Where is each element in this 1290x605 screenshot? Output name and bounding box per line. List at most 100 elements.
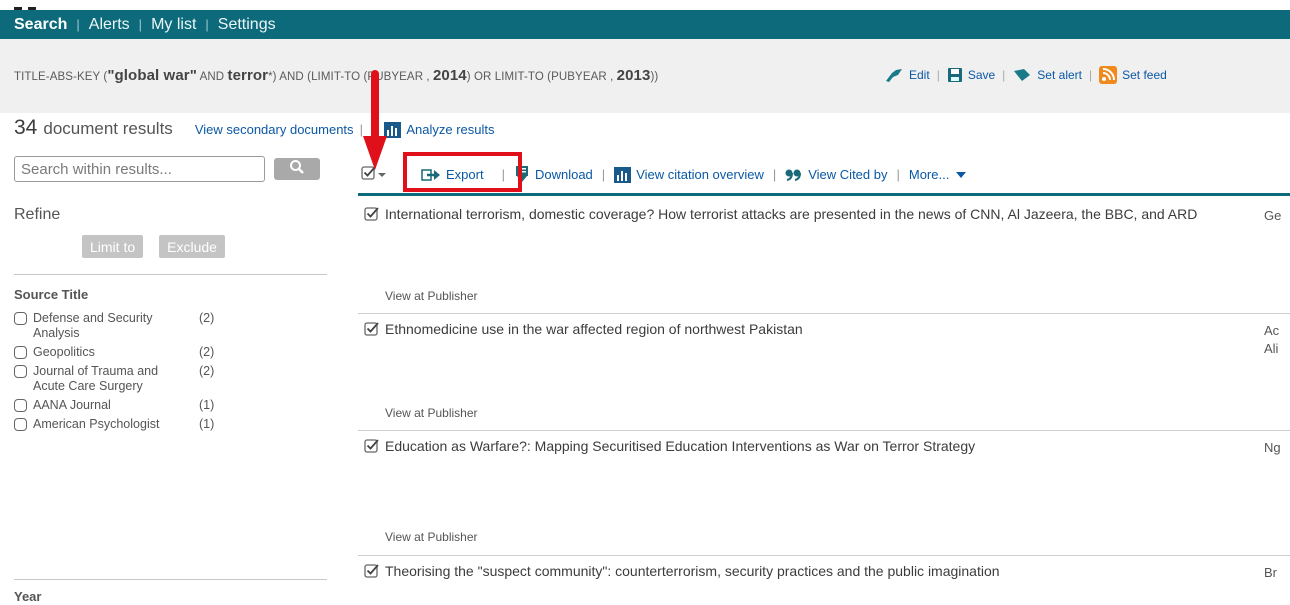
query-bar: TITLE-ABS-KEY ("global war" AND terror*)… bbox=[0, 39, 1290, 113]
query-term-2: terror bbox=[227, 67, 269, 84]
result-title-link[interactable]: Theorising the "suspect community": coun… bbox=[385, 562, 1000, 583]
facet-checkbox[interactable] bbox=[14, 365, 27, 378]
set-alert-label: Set alert bbox=[1037, 68, 1082, 82]
set-feed-button[interactable]: Set feed bbox=[1099, 66, 1167, 84]
facet-count: (2) bbox=[199, 345, 215, 359]
query-actions: Edit | Save | Set alert | Set feed bbox=[884, 66, 1167, 84]
facet-checkbox[interactable] bbox=[14, 418, 27, 431]
source-title-list: Defense and Security Analysis (2) Geopol… bbox=[14, 311, 327, 432]
edit-button[interactable]: Edit bbox=[884, 67, 930, 83]
result-title-link[interactable]: Education as Warfare?: Mapping Securitis… bbox=[385, 437, 975, 458]
results-heading: 34 document results View secondary docum… bbox=[14, 116, 495, 140]
download-label: Download bbox=[534, 167, 593, 182]
result-row: Theorising the "suspect community": coun… bbox=[358, 556, 1290, 605]
quote-icon bbox=[785, 169, 803, 181]
export-highlight-box bbox=[403, 152, 522, 192]
exclude-button[interactable]: Exclude bbox=[159, 235, 225, 258]
toolbar-separator: | bbox=[896, 167, 900, 182]
result-author[interactable]: Ac Ali bbox=[1264, 322, 1279, 358]
result-title-link[interactable]: Ethnomedicine use in the war affected re… bbox=[385, 320, 803, 341]
analyze-results-link[interactable]: Analyze results bbox=[384, 121, 495, 138]
view-at-publisher-link[interactable]: View at Publisher bbox=[385, 530, 478, 544]
query-prefix: TITLE-ABS-KEY ( bbox=[14, 71, 108, 83]
limit-to-button[interactable]: Limit to bbox=[82, 235, 144, 258]
query-middle: *) AND (LIMIT-TO (PUBYEAR , bbox=[268, 71, 433, 83]
facet-count: (2) bbox=[199, 311, 215, 325]
result-row: Education as Warfare?: Mapping Securitis… bbox=[358, 431, 1290, 556]
search-icon bbox=[289, 159, 305, 180]
edit-icon bbox=[884, 67, 904, 83]
action-separator: | bbox=[1089, 68, 1093, 82]
nav-my-list[interactable]: My list bbox=[151, 16, 196, 34]
nav-separator: | bbox=[138, 17, 143, 32]
action-separator: | bbox=[1002, 68, 1006, 82]
result-title: Ethnomedicine use in the war affected re… bbox=[364, 320, 1224, 341]
facet-checkbox[interactable] bbox=[14, 399, 27, 412]
search-within-results bbox=[14, 156, 327, 182]
facet-name: Defense and Security Analysis bbox=[33, 311, 153, 340]
facet-item: Journal of Trauma and Acute Care Surgery… bbox=[14, 364, 327, 394]
more-label: More... bbox=[908, 167, 950, 182]
more-dropdown[interactable]: More... bbox=[909, 167, 967, 182]
nav-separator: | bbox=[205, 17, 209, 32]
nav-alerts[interactable]: Alerts bbox=[89, 16, 130, 34]
result-author[interactable]: Ng bbox=[1264, 439, 1281, 457]
result-checkbox[interactable] bbox=[364, 438, 380, 458]
query-operator: AND bbox=[196, 71, 228, 83]
bar-chart-icon bbox=[614, 166, 632, 183]
result-checkbox[interactable] bbox=[364, 206, 380, 226]
facet-item: AANA Journal (1) bbox=[14, 398, 327, 413]
query-middle-2: ) OR LIMIT-TO (PUBYEAR , bbox=[466, 71, 617, 83]
facet-checkbox[interactable] bbox=[14, 346, 27, 359]
facet-count: (1) bbox=[199, 398, 215, 412]
view-secondary-documents-link[interactable]: View secondary documents bbox=[195, 122, 354, 137]
set-alert-button[interactable]: Set alert bbox=[1012, 67, 1082, 83]
facet-name: American Psychologist bbox=[33, 417, 160, 431]
logo-fragment bbox=[14, 0, 54, 13]
facet-item: Defense and Security Analysis (2) bbox=[14, 311, 327, 341]
search-query: TITLE-ABS-KEY ("global war" AND terror*)… bbox=[14, 67, 658, 84]
nav-separator: | bbox=[76, 17, 80, 32]
refine-buttons: Limit to Exclude bbox=[82, 235, 327, 258]
nav-settings[interactable]: Settings bbox=[218, 16, 276, 34]
bell-icon bbox=[1012, 67, 1032, 83]
rss-icon bbox=[1099, 66, 1118, 84]
save-icon bbox=[947, 67, 963, 83]
view-at-publisher-link[interactable]: View at Publisher bbox=[385, 289, 478, 303]
facet-name: AANA Journal bbox=[33, 398, 111, 412]
download-button[interactable]: Download bbox=[514, 165, 593, 184]
result-author[interactable]: Ge bbox=[1264, 207, 1281, 225]
facet-count: (2) bbox=[199, 364, 215, 378]
search-within-input[interactable] bbox=[14, 156, 265, 182]
analyze-results-label: Analyze results bbox=[406, 122, 495, 137]
heading-links: View secondary documents | | Analyze res… bbox=[195, 121, 495, 138]
result-row: International terrorism, domestic covera… bbox=[358, 199, 1290, 314]
result-title-link[interactable]: International terrorism, domestic covera… bbox=[385, 205, 1197, 226]
save-label: Save bbox=[967, 68, 996, 82]
view-citation-overview-label: View citation overview bbox=[636, 167, 764, 182]
query-year-1: 2014 bbox=[432, 67, 467, 84]
set-feed-label: Set feed bbox=[1122, 68, 1167, 82]
source-title-heading: Source Title bbox=[14, 274, 327, 302]
result-checkbox[interactable] bbox=[364, 563, 380, 583]
facet-checkbox[interactable] bbox=[14, 312, 27, 325]
edit-label: Edit bbox=[909, 68, 930, 82]
view-cited-by-button[interactable]: View Cited by bbox=[785, 167, 887, 182]
save-button[interactable]: Save bbox=[947, 67, 995, 83]
query-year-2: 2013 bbox=[616, 67, 651, 84]
view-at-publisher-link[interactable]: View at Publisher bbox=[385, 406, 478, 420]
header-top bbox=[0, 0, 1290, 13]
result-title: Theorising the "suspect community": coun… bbox=[364, 562, 1224, 583]
red-arrow-annotation bbox=[363, 70, 387, 170]
year-heading[interactable]: Year bbox=[14, 579, 327, 604]
toolbar-separator: | bbox=[601, 167, 606, 182]
nav-search[interactable]: Search bbox=[14, 16, 67, 34]
chevron-down-icon bbox=[955, 167, 967, 182]
facet-name: Geopolitics bbox=[33, 345, 95, 359]
main-nav: Search | Alerts | My list | Settings bbox=[0, 10, 1290, 39]
result-checkbox[interactable] bbox=[364, 321, 380, 341]
query-term-1: "global war" bbox=[107, 67, 197, 84]
search-within-button[interactable] bbox=[274, 158, 320, 180]
result-author[interactable]: Br bbox=[1264, 564, 1277, 582]
view-citation-overview-button[interactable]: View citation overview bbox=[614, 166, 764, 183]
